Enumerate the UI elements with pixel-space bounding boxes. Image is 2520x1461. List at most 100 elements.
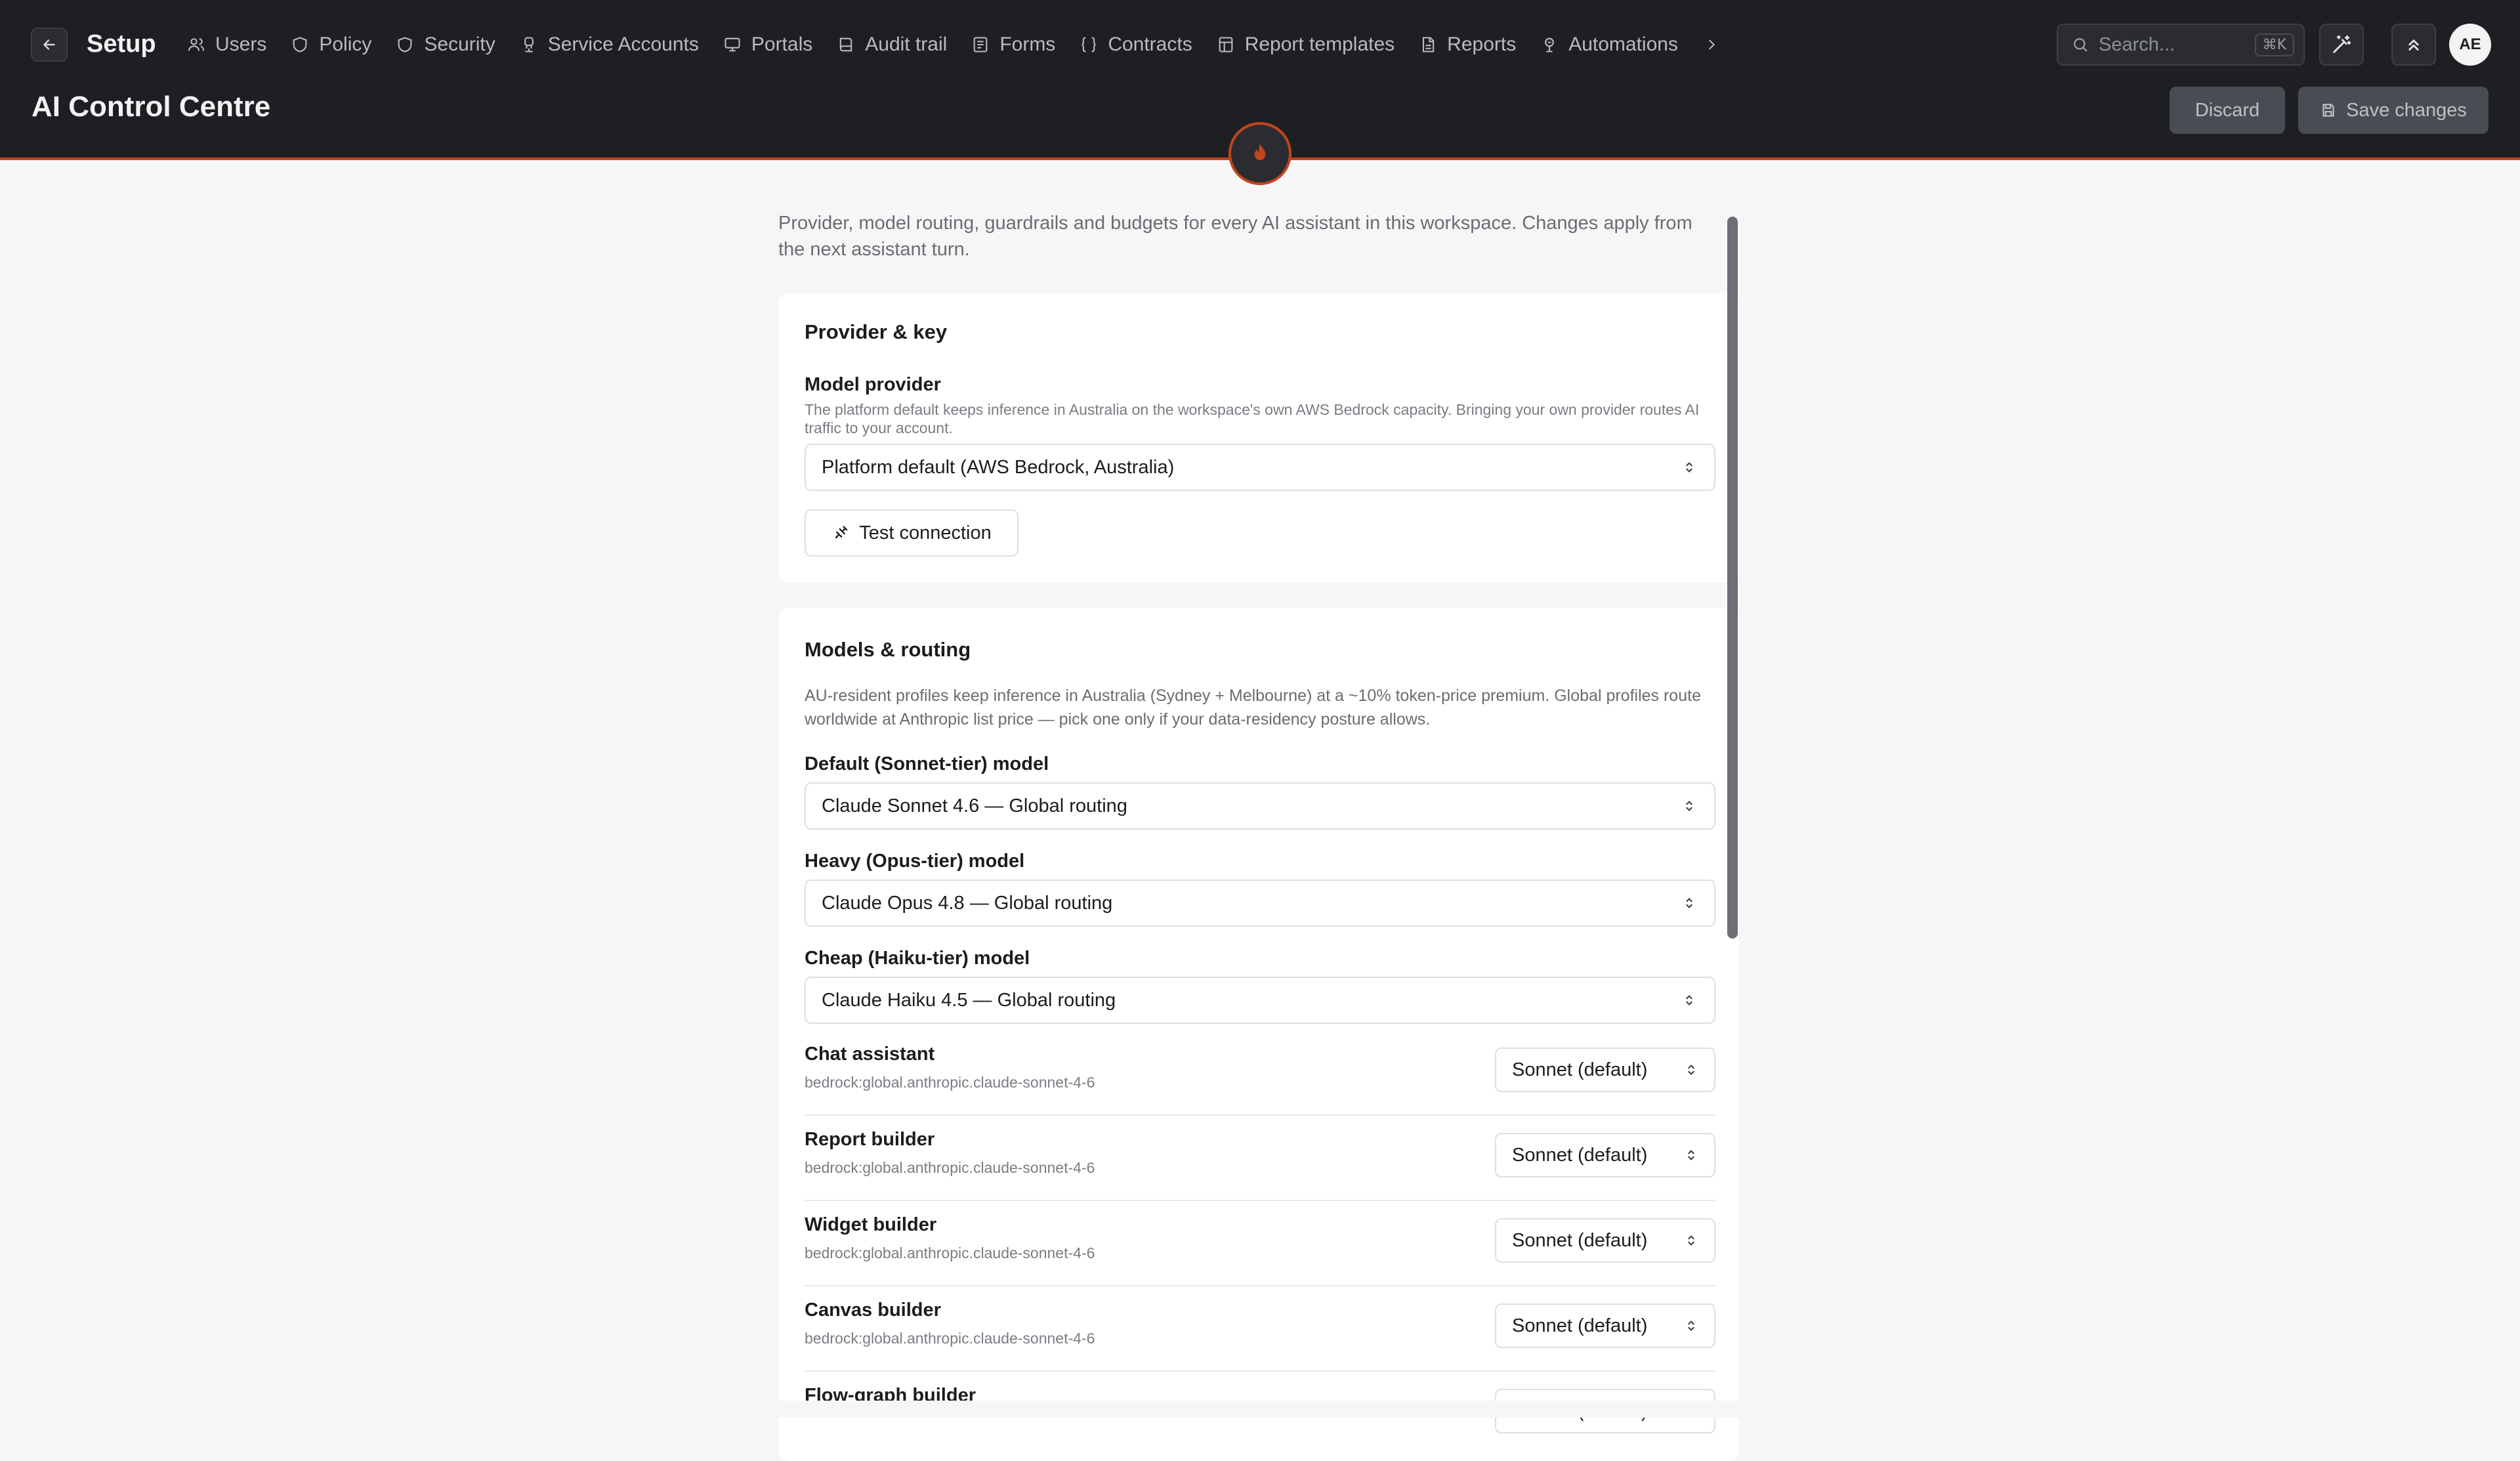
assistant-model-id: bedrock:global.anthropic.claude-sonnet-4… [805,1074,1095,1091]
field-label: Model provider [805,374,941,395]
nav-item-policy[interactable]: Policy [290,26,395,63]
heavy-model-select[interactable]: Claude Opus 4.8 — Global routing [805,879,1715,927]
arrow-left-icon [43,39,55,50]
nav-item-label: Automations [1568,33,1678,55]
shield-icon [395,35,415,54]
chevrons-up-icon [2408,39,2419,51]
audit-icon [836,35,856,54]
nav-item-label: Contracts [1108,33,1192,55]
nav-item-security[interactable]: Security [395,26,518,63]
assistant-tier-value: Sonnet (default) [1512,1144,1648,1166]
nav-item-users[interactable]: Users [186,26,290,63]
assistant-tier-select[interactable]: Sonnet (default) [1495,1133,1715,1177]
search-placeholder: Search... [2099,33,2175,55]
search-shortcut: ⌘K [2254,33,2294,56]
cheap-model-select[interactable]: Claude Haiku 4.5 — Global routing [805,977,1715,1024]
content-area: Provider, model routing, guardrails and … [778,210,1717,263]
intro-text: Provider, model routing, guardrails and … [778,213,1692,260]
avatar[interactable]: AE [2449,24,2491,66]
nav-item-contracts[interactable]: Contracts [1079,26,1215,63]
assistant-model-id: bedrock:global.anthropic.claude-sonnet-4… [805,1244,1095,1261]
search-icon [2074,38,2088,52]
assistant-name: Widget builder [805,1214,937,1235]
save-button[interactable]: Save changes [2298,87,2488,134]
search-input[interactable]: Search... ⌘K [2057,24,2305,66]
assistant-tier-select[interactable]: Sonnet (default) [1495,1048,1715,1092]
top-nav: Users Policy Security Service Accounts P… [186,26,1721,63]
template-icon [1216,35,1236,54]
collapse-header-button[interactable] [2391,24,2436,66]
chevron-updown-icon [1688,1065,1694,1075]
heavy-model-value: Claude Opus 4.8 — Global routing [822,892,1113,914]
assistant-tier-value: Sonnet (default) [1512,1315,1648,1336]
save-icon [2322,104,2334,117]
nav-item-label: Policy [319,33,372,55]
users-icon [186,35,206,54]
chevron-updown-icon [1680,797,1698,815]
page-title: AI Control Centre [32,91,271,123]
discard-button[interactable]: Discard [2170,87,2285,134]
nav-item-automations[interactable]: Automations [1540,26,1702,63]
forms-icon [971,35,990,54]
policy-icon [290,35,310,54]
assistant-row-widget: Widget builder bedrock:global.anthropic.… [805,1201,1715,1286]
app-title: Setup [87,30,156,58]
default-model-label: Default (Sonnet-tier) model [805,753,1049,774]
cheap-model-value: Claude Haiku 4.5 — Global routing [822,989,1116,1011]
chevron-updown-icon [1688,1150,1694,1160]
assistant-model-id: bedrock:global.anthropic.claude-sonnet-4… [805,1330,1095,1347]
nav-item-report-templates[interactable]: Report templates [1216,26,1418,63]
nav-item-label: Users [215,33,267,55]
nav-item-label: Service Accounts [547,33,699,55]
test-connection-label: Test connection [859,522,992,543]
plug-icon [835,526,848,539]
nav-item-forms[interactable]: Forms [971,26,1079,63]
nav-item-service-accounts[interactable]: Service Accounts [519,26,723,63]
nav-item-portals[interactable]: Portals [723,26,836,63]
nav-item-label: Security [424,33,495,55]
assistant-row-chat: Chat assistant bedrock:global.anthropic.… [805,1030,1715,1116]
assistant-row-canvas: Canvas builder bedrock:global.anthropic.… [805,1286,1715,1372]
nav-item-reports[interactable]: Reports [1418,26,1540,63]
braces-icon [1079,35,1099,54]
chevron-updown-icon [1688,1321,1694,1331]
ai-assist-button[interactable] [2319,24,2364,66]
nav-item-audit-trail[interactable]: Audit trail [836,26,971,63]
nav-item-label: Report templates [1244,33,1395,55]
assistant-tier-select[interactable]: Sonnet (default) [1495,1218,1715,1263]
report-icon [1418,35,1438,54]
routing-help: AU-resident profiles keep inference in A… [805,687,1701,729]
nav-item-label: Portals [751,33,813,55]
scrollbar[interactable] [1727,217,1738,939]
viewport-bottom [0,1401,2520,1418]
provider-card: Provider & key Model provider The platfo… [778,293,1739,583]
assistant-tier-select[interactable]: Sonnet (default) [1495,1303,1715,1348]
back-button[interactable] [31,28,68,62]
nav-more-button[interactable] [1702,26,1721,63]
nav-item-label: Reports [1447,33,1517,55]
test-connection-button[interactable]: Test connection [805,509,1018,557]
card-title: Provider & key [805,320,948,343]
save-label: Save changes [2346,99,2467,121]
field-help: The platform default keeps inference in … [805,401,1700,436]
card-title: Models & routing [805,638,971,661]
assistant-tier-value: Sonnet (default) [1512,1229,1648,1251]
assistant-model-id: bedrock:global.anthropic.claude-sonnet-4… [805,1159,1095,1176]
assistant-tier-value: Sonnet (default) [1512,1059,1648,1080]
chevron-updown-icon [1688,1235,1694,1246]
chevron-updown-icon [1680,991,1698,1009]
default-model-select[interactable]: Claude Sonnet 4.6 — Global routing [805,782,1715,830]
provider-value: Platform default (AWS Bedrock, Australia… [822,456,1175,478]
assistant-name: Report builder [805,1129,935,1150]
logo-badge [1228,122,1292,185]
cheap-model-label: Cheap (Haiku-tier) model [805,948,1030,969]
provider-select[interactable]: Platform default (AWS Bedrock, Australia… [805,444,1715,491]
chevron-updown-icon [1680,894,1698,912]
nav-item-label: Audit trail [865,33,948,55]
assistant-name: Canvas builder [805,1300,941,1321]
assistant-row-report: Report builder bedrock:global.anthropic.… [805,1116,1715,1201]
routing-card: Models & routing AU-resident profiles ke… [778,608,1739,1461]
service-accounts-icon [519,35,539,54]
flame-icon [1254,144,1266,160]
magic-wand-icon [2333,35,2351,53]
